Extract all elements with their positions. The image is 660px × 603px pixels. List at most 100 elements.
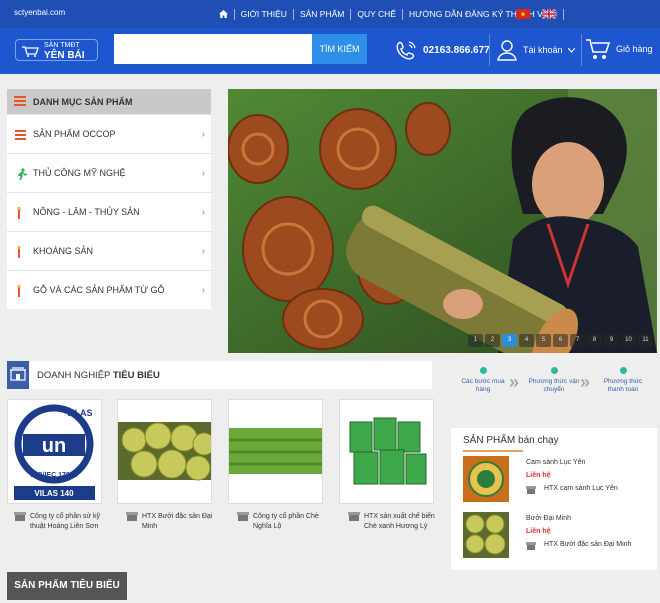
business-caption[interactable]: Công ty cổ phần sử kỹ thuật Hoàng Liên S… <box>14 512 109 532</box>
category-item-ocop[interactable]: SẢN PHẨM OCCOP › <box>7 114 211 153</box>
list-icon <box>15 130 26 140</box>
slide-indicators: 1 2 3 4 5 6 7 8 9 10 11 <box>468 334 653 347</box>
double-chevron-icon: » <box>509 372 520 392</box>
step-shipping[interactable]: Phương thức vận chuyển <box>526 367 582 394</box>
banner-image <box>228 89 657 353</box>
bestseller-item[interactable]: Cam sành Lục Yên Liên hệ HTX cam sành Lụ… <box>463 456 653 504</box>
agriculture-icon <box>17 207 21 219</box>
business-caption[interactable]: HTX Bưởi đặc sản Đại Minh <box>126 512 221 532</box>
business-name: Công ty cổ phần Chè Nghĩa Lộ <box>253 513 319 530</box>
product-price: Liên hệ <box>526 528 551 535</box>
vilas-iso-text: ISO/IEC 17025 <box>30 472 77 479</box>
cart-button[interactable]: Giỏ hàng <box>585 37 657 63</box>
step-icon <box>550 367 558 374</box>
slide-indicator[interactable]: 5 <box>536 334 551 347</box>
store-small-icon <box>526 486 536 494</box>
business-card-tea[interactable] <box>228 399 323 504</box>
business-caption[interactable]: HTX sản xuất chế biến Chè xanh Hương Lý <box>348 512 443 532</box>
account-label: Tài khoản <box>523 45 563 55</box>
logo-line2: YÊN BÁI <box>44 50 85 61</box>
phone-icon <box>396 41 416 60</box>
business-card-pomelo[interactable] <box>117 399 216 504</box>
bestsellers-title: SẢN PHẨM bán chạy <box>463 435 559 446</box>
store-small-icon <box>348 512 360 521</box>
slide-indicator[interactable]: 7 <box>570 334 585 347</box>
slide-indicator[interactable]: 8 <box>587 334 602 347</box>
category-label: KHOÁNG SẢN <box>33 246 94 256</box>
category-item-handcraft[interactable]: THỦ CÔNG MỸ NGHỆ › <box>7 153 211 192</box>
slide-indicator[interactable]: 2 <box>485 334 500 347</box>
vilas-number-text: VILAS 140 <box>34 489 74 498</box>
vietnam-flag-icon[interactable] <box>516 9 530 19</box>
business-card-vilas[interactable]: un VILAS ISO/IEC 17025 VILAS 140 <box>7 399 102 504</box>
category-menu-header: DANH MỤC SẢN PHẨM <box>7 89 211 114</box>
orange-image <box>463 456 509 502</box>
tea-field-image <box>229 428 322 474</box>
store-icon <box>7 361 29 389</box>
user-icon <box>497 40 517 61</box>
shop-name[interactable]: HTX cam sành Lục Yên <box>544 485 618 492</box>
hero-banner[interactable]: 1 2 3 4 5 6 7 8 9 10 11 <box>228 89 657 353</box>
business-caption[interactable]: Công ty cổ phần Chè Nghĩa Lộ <box>237 512 332 532</box>
uk-flag-icon[interactable] <box>541 8 557 20</box>
product-name[interactable]: Bưởi Đại Minh <box>526 515 571 522</box>
slide-indicator[interactable]: 3 <box>502 334 517 347</box>
category-menu-title: DANH MỤC SẢN PHẨM <box>33 97 133 107</box>
featured-products-header: SẢN PHẨM TIÊU BIỂU <box>7 572 127 600</box>
chevron-right-icon: › <box>201 207 205 218</box>
featured-business-header: DOANH NGHIỆP TIÊU BIỂU <box>7 361 432 389</box>
logo-icon <box>22 46 39 57</box>
featured-business-title: DOANH NGHIỆP TIÊU BIỂU <box>37 370 160 381</box>
category-item-wood[interactable]: GỖ VÀ CÁC SẢN PHẨM TỪ GỖ › <box>7 270 211 309</box>
top-bar: sctyenbai.com GIỚI THIỆU SẢN PHẨM QUY CH… <box>0 0 660 28</box>
search-button[interactable]: TÌM KIẾM <box>312 34 367 64</box>
nav-register-guide[interactable]: HƯỚNG DẪN ĐĂNG KÝ THÀNH VIÊN <box>403 8 564 20</box>
header-divider <box>581 34 582 66</box>
category-label: GỖ VÀ CÁC SẢN PHẨM TỪ GỖ <box>33 285 165 295</box>
vilas-text: VILAS <box>66 408 93 418</box>
business-card-green-tea[interactable] <box>339 399 434 504</box>
business-name: HTX Bưởi đặc sản Đại Minh <box>142 513 213 530</box>
slide-indicator[interactable]: 4 <box>519 334 534 347</box>
slide-indicator[interactable]: 9 <box>604 334 619 347</box>
slide-indicator[interactable]: 6 <box>553 334 568 347</box>
header-divider <box>489 34 490 66</box>
business-name: HTX sản xuất chế biến Chè xanh Hương Lý <box>364 513 435 530</box>
step-icon <box>619 367 627 374</box>
slide-indicator[interactable]: 1 <box>468 334 483 347</box>
slide-indicator[interactable]: 10 <box>621 334 636 347</box>
site-logo[interactable]: SÀN TMĐT YÊN BÁI <box>15 39 98 61</box>
vilas-un-text: un <box>42 435 66 457</box>
chevron-right-icon: › <box>201 129 205 140</box>
slide-indicator[interactable]: 11 <box>638 334 653 347</box>
category-label: NÔNG - LÂM - THỦY SẢN <box>33 207 140 217</box>
category-label: SẢN PHẨM OCCOP <box>33 129 116 139</box>
product-name[interactable]: Cam sành Lục Yên <box>526 459 585 466</box>
purchase-steps: Các bước mua hàng » Phương thức vận chuy… <box>451 363 657 421</box>
category-menu: DANH MỤC SẢN PHẨM SẢN PHẨM OCCOP › THỦ C… <box>7 89 211 309</box>
nav-products[interactable]: SẢN PHẨM <box>294 8 352 20</box>
phone-number: 02163.866.677 <box>423 45 490 56</box>
bestsellers-panel: SẢN PHẨM bán chạy Cam sành Lục Yên Liên … <box>451 428 657 570</box>
wood-icon <box>17 285 21 297</box>
chevron-right-icon: › <box>201 285 205 296</box>
cart-label: Giỏ hàng <box>616 44 653 54</box>
store-small-icon <box>526 542 536 550</box>
category-item-agriculture[interactable]: NÔNG - LÂM - THỦY SẢN › <box>7 192 211 231</box>
step-payment[interactable]: Phương thức thanh toán <box>595 367 651 394</box>
hotline[interactable]: 02163.866.677 <box>395 40 490 62</box>
step-buying-guide[interactable]: Các bước mua hàng <box>455 367 511 394</box>
logo-line1: SÀN TMĐT <box>44 42 80 49</box>
account-menu[interactable]: Tài khoản <box>496 39 581 63</box>
cart-icon <box>586 39 611 59</box>
mineral-icon <box>17 246 21 258</box>
tea-packs-image <box>349 417 427 485</box>
shop-name[interactable]: HTX Bưởi đặc sản Đại Minh <box>544 541 631 548</box>
bestseller-item[interactable]: Bưởi Đại Minh Liên hệ HTX Bưởi đặc sản Đ… <box>463 512 653 560</box>
category-item-mineral[interactable]: KHOÁNG SẢN › <box>7 231 211 270</box>
nav-regulations[interactable]: QUY CHẾ <box>351 8 403 20</box>
search-input[interactable] <box>114 34 312 64</box>
home-icon[interactable] <box>213 8 235 20</box>
nav-about[interactable]: GIỚI THIỆU <box>235 8 294 20</box>
title-underline <box>463 450 523 452</box>
